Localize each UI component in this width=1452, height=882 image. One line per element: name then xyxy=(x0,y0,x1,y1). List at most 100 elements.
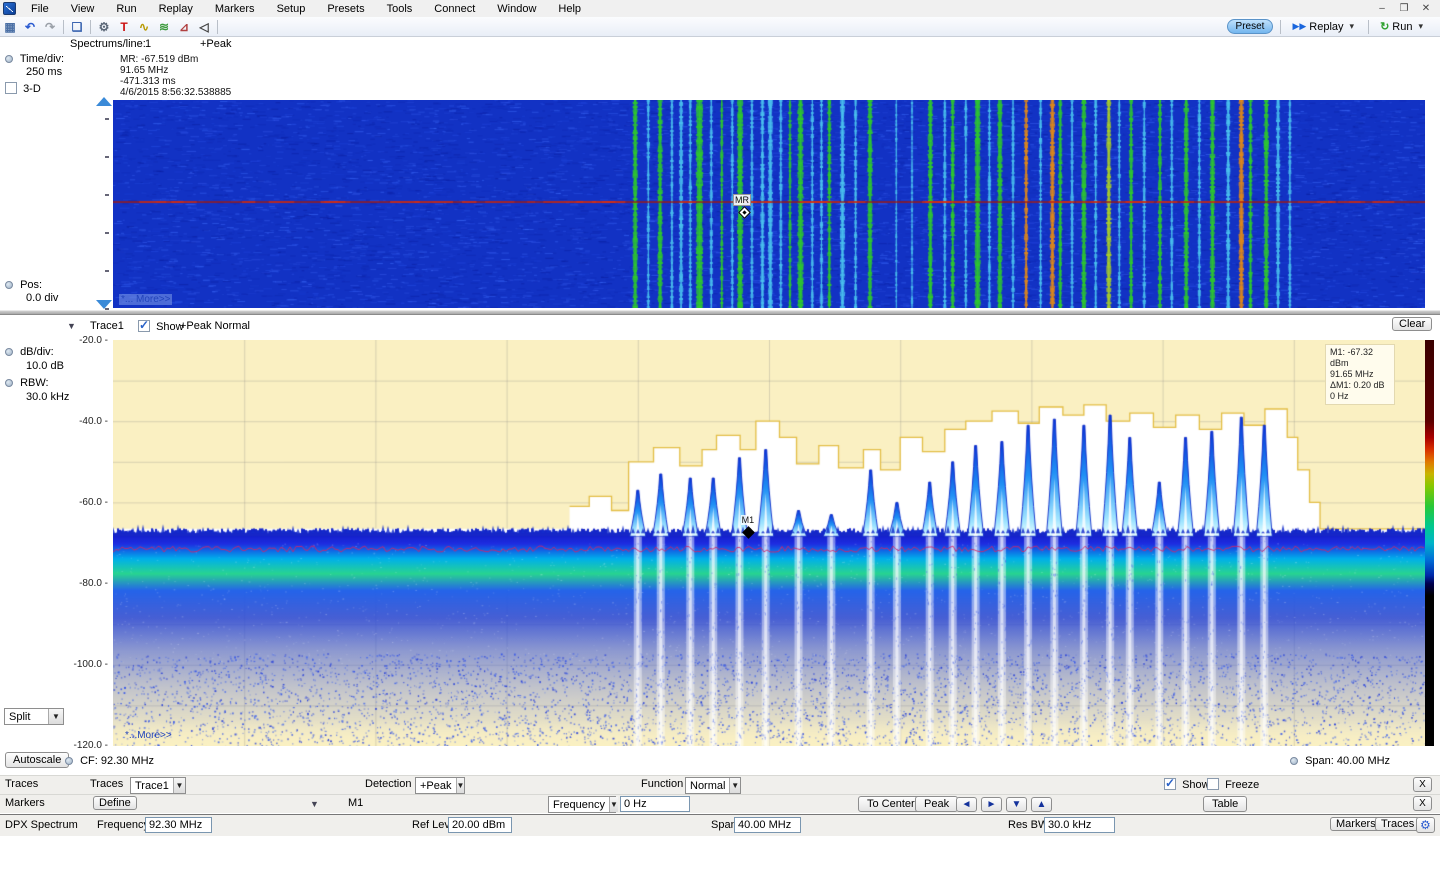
analysis-icon[interactable]: ⊿ xyxy=(175,19,193,35)
peak-button[interactable]: Peak xyxy=(915,796,958,812)
table-button[interactable]: Table xyxy=(1203,796,1247,812)
audio-icon[interactable]: ◁ xyxy=(195,19,213,35)
cf-knob-icon[interactable] xyxy=(65,757,73,765)
cf-value[interactable]: CF: 92.30 MHz xyxy=(80,755,154,767)
time-div-knob-icon[interactable] xyxy=(5,55,13,63)
pane-splitter[interactable] xyxy=(0,310,1440,315)
close-button[interactable]: ✕ xyxy=(1416,2,1436,16)
time-div-row: Time/div: xyxy=(5,53,64,65)
function-select[interactable]: Normal▼ xyxy=(685,777,741,794)
span-value[interactable]: Span: 40.00 MHz xyxy=(1305,755,1390,767)
ref-level-input[interactable] xyxy=(448,817,512,833)
freeze-checkbox-row[interactable]: Freeze xyxy=(1207,778,1259,791)
marker-step-left-button[interactable]: ◄ xyxy=(956,797,977,812)
menu-item-tools[interactable]: Tools xyxy=(376,2,424,16)
run-button[interactable]: ↻ Run ▾ xyxy=(1376,19,1430,34)
db-div-knob-icon[interactable] xyxy=(5,348,13,356)
spectrums-per-line-value[interactable]: 1 xyxy=(145,38,151,50)
spectrogram-scroll-down-icon[interactable] xyxy=(96,300,112,309)
cf-row: CF: 92.30 MHz xyxy=(65,755,154,767)
undo-icon[interactable]: ↶ xyxy=(21,19,39,35)
menu-item-connect[interactable]: Connect xyxy=(423,2,486,16)
marker-value-input[interactable] xyxy=(620,796,690,812)
menu-item-presets[interactable]: Presets xyxy=(316,2,375,16)
trace-show-row[interactable]: Show xyxy=(138,320,184,333)
spectrogram-scroll-up-icon[interactable] xyxy=(96,97,112,106)
rbw-value[interactable]: 30.0 kHz xyxy=(26,391,69,403)
threed-checkbox-row[interactable]: 3-D xyxy=(5,82,41,95)
menu-item-run[interactable]: Run xyxy=(105,2,147,16)
define-button[interactable]: Define xyxy=(93,796,137,810)
save-icon[interactable]: ▦ xyxy=(1,19,19,35)
pos-knob-icon[interactable] xyxy=(5,281,13,289)
replay-button[interactable]: ▶▶ Replay ▾ xyxy=(1288,20,1361,34)
markers-row-close-button[interactable]: X xyxy=(1413,796,1432,811)
menu-item-setup[interactable]: Setup xyxy=(266,2,317,16)
replay-dropdown-caret[interactable]: ▾ xyxy=(1347,21,1358,32)
autoscale-button[interactable]: Autoscale xyxy=(5,752,69,768)
trace-select[interactable]: Trace1▼ xyxy=(130,777,186,794)
frequency-input[interactable] xyxy=(145,817,212,833)
marker-readout-select[interactable]: Frequency▼ xyxy=(548,796,616,813)
spectrogram-bitmap[interactable] xyxy=(113,100,1425,308)
redo-icon[interactable]: ↷ xyxy=(41,19,59,35)
pos-value[interactable]: 0.0 div xyxy=(26,292,58,304)
split-select[interactable]: Split▼ xyxy=(4,708,64,725)
menu-item-help[interactable]: Help xyxy=(547,2,592,16)
spectrum-plot[interactable]: M1 *...More>> xyxy=(113,340,1425,746)
time-div-value[interactable]: 250 ms xyxy=(26,66,62,78)
menu-item-view[interactable]: View xyxy=(60,2,106,16)
settings-gear-button[interactable]: ⚙ xyxy=(1416,817,1435,833)
trace-name[interactable]: Trace1 xyxy=(90,320,124,332)
run-dropdown-caret[interactable]: ▾ xyxy=(1415,21,1426,32)
spectrogram-detection-value[interactable]: +Peak xyxy=(200,38,232,50)
to-center-button[interactable]: To Center xyxy=(858,796,924,812)
trace-icon[interactable]: ∿ xyxy=(135,19,153,35)
spectrogram-more-link[interactable]: *... More>> xyxy=(119,294,172,305)
settings-gear-icon[interactable]: ⚙ xyxy=(95,19,113,35)
trace-show-checkbox[interactable] xyxy=(138,320,150,332)
spectrogram-plot[interactable]: MR *... More>> xyxy=(113,100,1425,308)
text-marker-icon[interactable]: T xyxy=(115,19,133,35)
marker-step-up-button[interactable]: ▲ xyxy=(1031,797,1052,812)
marker-step-right-button[interactable]: ► xyxy=(981,797,1002,812)
traces-panel-button[interactable]: Traces xyxy=(1375,817,1420,831)
restore-button[interactable]: ❐ xyxy=(1394,2,1414,16)
menu-item-replay[interactable]: Replay xyxy=(148,2,204,16)
freeze-checkbox[interactable] xyxy=(1207,778,1219,790)
y-tick--80.0: -80.0 - xyxy=(66,578,108,589)
spectrum-more-link[interactable]: *...More>> xyxy=(123,730,174,741)
minimize-button[interactable]: – xyxy=(1372,2,1392,16)
rbw-knob-icon[interactable] xyxy=(5,379,13,387)
traces-show-label: Show xyxy=(1182,779,1210,791)
res-bw-input[interactable] xyxy=(1044,817,1115,833)
clear-button[interactable]: Clear xyxy=(1392,317,1432,331)
spectrum-bitmap[interactable] xyxy=(113,340,1425,746)
markers-panel-button[interactable]: Markers xyxy=(1330,817,1382,831)
traces-show-checkbox[interactable] xyxy=(1164,778,1176,790)
db-div-value[interactable]: 10.0 dB xyxy=(26,360,64,372)
mr-marker-label[interactable]: MR xyxy=(733,194,751,206)
threed-checkbox[interactable] xyxy=(5,82,17,94)
menu-item-file[interactable]: File xyxy=(20,2,60,16)
trace-collapse-chevron-icon[interactable]: ▼ xyxy=(67,321,76,331)
menu-bar: FileViewRunReplayMarkersSetupPresetsTool… xyxy=(0,0,1440,17)
span-input[interactable] xyxy=(734,817,801,833)
detection-select[interactable]: +Peak▼ xyxy=(415,777,465,794)
m1-marker-label[interactable]: M1 xyxy=(741,515,756,525)
markers-section-label: Markers xyxy=(5,797,45,809)
menu-item-markers[interactable]: Markers xyxy=(204,2,266,16)
preset-button[interactable]: Preset xyxy=(1227,19,1274,34)
function-label: Function xyxy=(641,778,683,790)
selected-marker-name[interactable]: M1 xyxy=(348,797,363,809)
traces-row-close-button[interactable]: X xyxy=(1413,777,1432,792)
menu-item-window[interactable]: Window xyxy=(486,2,547,16)
marker-step-down-button[interactable]: ▼ xyxy=(1006,797,1027,812)
run-icon: ↻ xyxy=(1380,20,1389,33)
traces-show-checkbox-row[interactable]: Show xyxy=(1164,778,1210,791)
ref-level-label: Ref Lev xyxy=(412,819,450,831)
amplitude-icon[interactable]: ≋ xyxy=(155,19,173,35)
span-knob-icon[interactable] xyxy=(1290,757,1298,765)
window-layout-icon[interactable]: ❏ xyxy=(68,19,86,35)
markers-expand-chevron-icon[interactable]: ▼ xyxy=(310,799,319,809)
